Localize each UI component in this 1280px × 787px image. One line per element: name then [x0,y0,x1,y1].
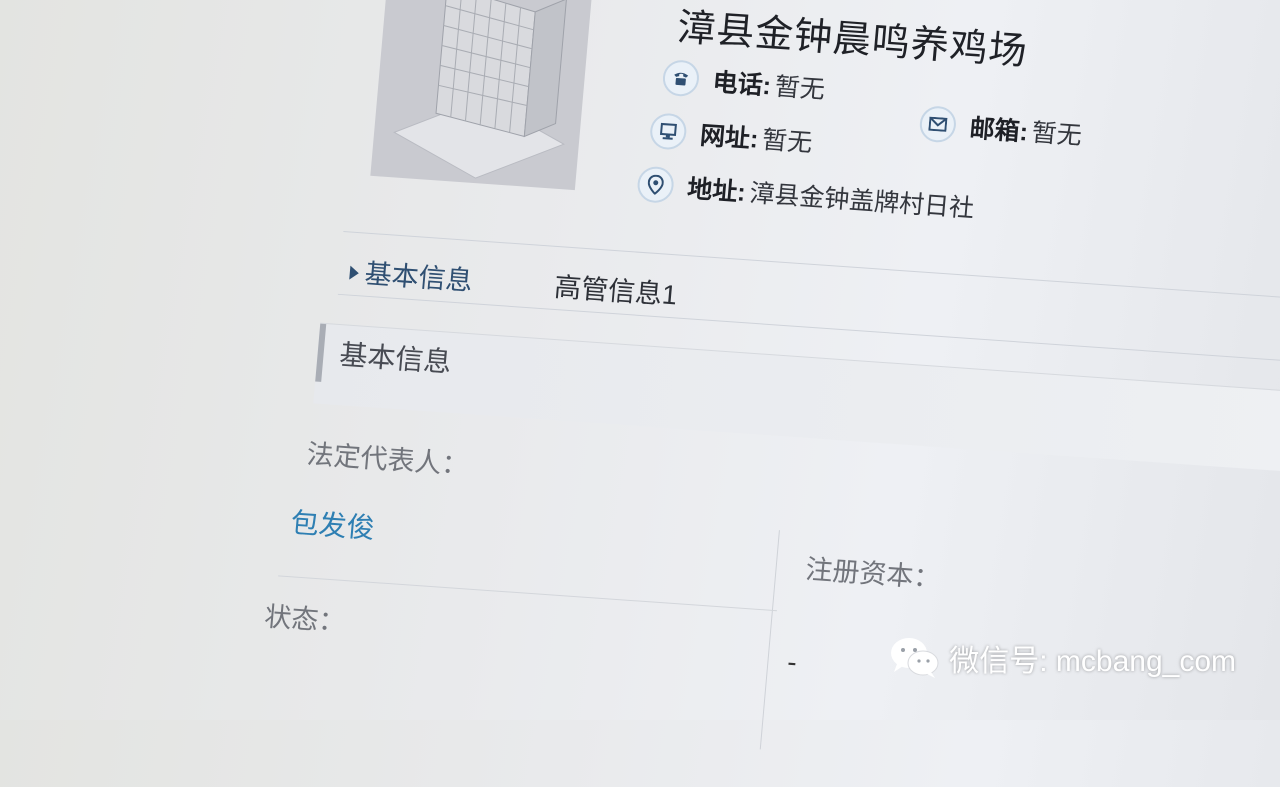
website-row: 网址: 暂无 [648,112,814,159]
section-title: 基本信息 [338,339,453,378]
address-row: 地址: 漳县金钟盖牌村日社 [636,165,976,225]
section-accent-bar [315,323,327,382]
registered-capital-label: 注册资本： [804,554,942,594]
watermark-text: 微信号: mcbang_com [949,645,1236,678]
wechat-watermark: 微信号: mcbang_com [889,636,1236,680]
email-row: 邮箱: 暂无 [918,105,1083,152]
status-label: 状态： [263,601,347,638]
tab-basic-info-label: 基本信息 [363,258,474,297]
column-divider [759,530,780,750]
address-value: 漳县金钟盖牌村日社 [748,179,976,223]
tab-basic-info[interactable]: 基本信息 [348,251,474,298]
website-label: 网址: [698,121,760,154]
legal-representative-label: 法定代表人： [305,439,470,481]
phone-row: 电话: 暂无 [661,59,826,106]
legal-representative-link[interactable]: 包发俊 [289,501,376,547]
email-icon [918,105,958,144]
location-icon [636,165,676,204]
company-logo [370,0,596,191]
phone-label: 电话: [711,68,773,101]
website-icon [648,112,688,151]
email-label: 邮箱: [968,114,1030,147]
email-value: 暂无 [1030,118,1083,151]
phone-icon [661,59,701,98]
status-value: - [786,646,799,678]
caret-right-icon [349,265,360,281]
tab-executive-info[interactable]: 高管信息1 [553,265,679,312]
wechat-icon [891,638,939,678]
row-divider [278,575,777,612]
address-label: 地址: [686,174,747,207]
website-value: 暂无 [760,126,814,158]
phone-value: 暂无 [773,72,827,105]
